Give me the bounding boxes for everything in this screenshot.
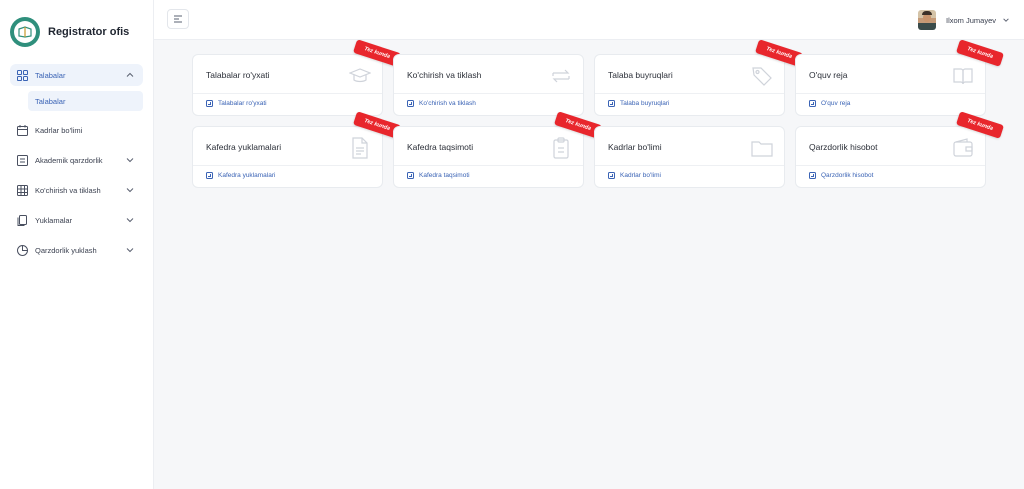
brand[interactable]: Registrator ofis	[0, 0, 153, 64]
graduation-cap-icon	[349, 68, 371, 83]
sidebar-item-label: Qarzdorlik yuklash	[35, 245, 97, 255]
grid-icon	[16, 69, 28, 81]
sidebar-item-kadrlar[interactable]: Kadrlar bo'limi	[10, 119, 143, 141]
logo	[10, 17, 40, 47]
card-link[interactable]: Kadrlar bo'limi	[608, 172, 661, 179]
card-link-label: Talaba buyruqlari	[620, 100, 670, 107]
card-title: Kafedra taqsimoti	[407, 142, 474, 152]
chevron-down-icon[interactable]	[125, 245, 135, 255]
sidebar-item-qarzdorlik-yuklash[interactable]: Qarzdorlik yuklash	[10, 239, 143, 261]
sidebar-item-label: Akademik qarzdorlik	[35, 155, 103, 165]
menu-icon	[174, 15, 182, 23]
table-icon	[16, 184, 28, 196]
user-menu[interactable]: Ilxom Jumayev	[917, 10, 1010, 30]
card-title: Qarzdorlik hisobot	[809, 142, 878, 152]
card-link-label: Kafedra yuklamalari	[218, 172, 276, 179]
sidebar-item-talabalar[interactable]: Talabalar	[10, 64, 143, 86]
card-title: Kadrlar bo'limi	[608, 142, 662, 152]
clipboard-icon	[553, 137, 569, 159]
transfer-icon	[552, 69, 570, 83]
card-link[interactable]: Kafedra taqsimoti	[407, 172, 470, 179]
wallet-icon	[953, 138, 973, 157]
card-talabalar-royxati[interactable]: Talabalar ro'yxati Talabalar ro'yxati Te…	[192, 39, 402, 116]
calendar-icon	[16, 124, 28, 136]
card-link[interactable]: Qarzdorlik hisobot	[809, 172, 873, 179]
sidebar: Registrator ofis Talabalar Talabalar Kad…	[0, 0, 154, 489]
avatar	[917, 10, 936, 30]
sidebar-item-label: Yuklamalar	[35, 215, 73, 225]
chevron-down-icon[interactable]	[125, 215, 135, 225]
card-kafedra-yuklamalari[interactable]: Kafedra yuklamalari Kafedra yuklamalari …	[192, 111, 402, 188]
sidebar-nav: Talabalar Talabalar Kadrlar bo'limi Akad…	[0, 64, 153, 261]
link-icon	[809, 100, 816, 107]
card-link[interactable]: Kafedra yuklamalari	[206, 172, 275, 179]
coming-soon-ribbon: Tez kunda	[955, 39, 1005, 67]
tag-icon	[752, 67, 772, 86]
card-title: Ko'chirish va tiklash	[407, 70, 482, 80]
sidebar-subitem-talabalar[interactable]: Talabalar	[28, 91, 143, 111]
list-icon	[16, 154, 28, 166]
card-link-label: Kafedra taqsimoti	[419, 172, 470, 179]
card-kafedra-taqsimoti[interactable]: Kafedra taqsimoti Kafedra taqsimoti Tez …	[393, 111, 603, 188]
topbar: Ilxom Jumayev	[154, 0, 1024, 40]
card-link-label: Qarzdorlik hisobot	[821, 172, 874, 179]
link-icon	[407, 172, 414, 179]
card-link-label: Talabalar ro'yxati	[218, 100, 267, 107]
sidebar-item-label: Talabalar	[35, 70, 66, 80]
chevron-down-icon[interactable]	[125, 185, 135, 195]
link-icon	[206, 100, 213, 107]
card-talaba-buyruqlari[interactable]: Talaba buyruqlari Talaba buyruqlari Tez …	[594, 39, 804, 116]
sidebar-item-label: Kadrlar bo'limi	[35, 125, 83, 135]
copy-icon	[16, 214, 28, 226]
card-kadrlar-bolimi[interactable]: Kadrlar bo'limi Kadrlar bo'limi	[594, 126, 785, 188]
card-link-label: O'quv reja	[821, 100, 851, 107]
card-link-label: Kadrlar bo'limi	[620, 172, 661, 179]
card-link[interactable]: Talaba buyruqlari	[608, 100, 670, 107]
card-title: Talaba buyruqlari	[608, 70, 673, 80]
sidebar-item-akademik-qarzdorlik[interactable]: Akademik qarzdorlik	[10, 149, 143, 171]
card-link[interactable]: Talabalar ro'yxati	[206, 100, 267, 107]
chevron-down-icon[interactable]	[125, 155, 135, 165]
card-title: Kafedra yuklamalari	[206, 142, 282, 152]
sidebar-item-kochirish[interactable]: Ko'chirish va tiklash	[10, 179, 143, 201]
user-name: Ilxom Jumayev	[945, 15, 996, 25]
sidebar-subitem-label: Talabalar	[35, 96, 66, 106]
book-icon	[953, 68, 973, 85]
link-icon	[608, 100, 615, 107]
card-qarzdorlik-hisobot[interactable]: Qarzdorlik hisobot Qarzdorlik hisobot Te…	[795, 111, 1005, 188]
chevron-down-icon	[1003, 18, 1009, 22]
link-icon	[206, 172, 213, 179]
brand-name: Registrator ofis	[48, 26, 130, 38]
folder-icon	[751, 141, 773, 157]
card-link-label: Ko'chirish va tiklash	[419, 100, 476, 107]
menu-toggle-button[interactable]	[167, 9, 189, 29]
card-title: Talabalar ro'yxati	[206, 70, 270, 80]
link-icon	[407, 100, 414, 107]
sidebar-item-label: Ko'chirish va tiklash	[35, 185, 101, 195]
pie-icon	[16, 244, 28, 256]
link-icon	[608, 172, 615, 179]
card-kochirish-va-tiklash[interactable]: Ko'chirish va tiklash Ko'chirish va tikl…	[393, 54, 584, 116]
document-icon	[352, 137, 368, 159]
link-icon	[809, 172, 816, 179]
sidebar-item-yuklamalar[interactable]: Yuklamalar	[10, 209, 143, 231]
chevron-up-icon[interactable]	[125, 70, 135, 80]
card-link[interactable]: Ko'chirish va tiklash	[407, 100, 476, 107]
card-title: O'quv reja	[809, 70, 848, 80]
card-link[interactable]: O'quv reja	[809, 100, 850, 107]
card-oquv-reja[interactable]: O'quv reja O'quv reja Tez kunda	[795, 39, 1005, 116]
